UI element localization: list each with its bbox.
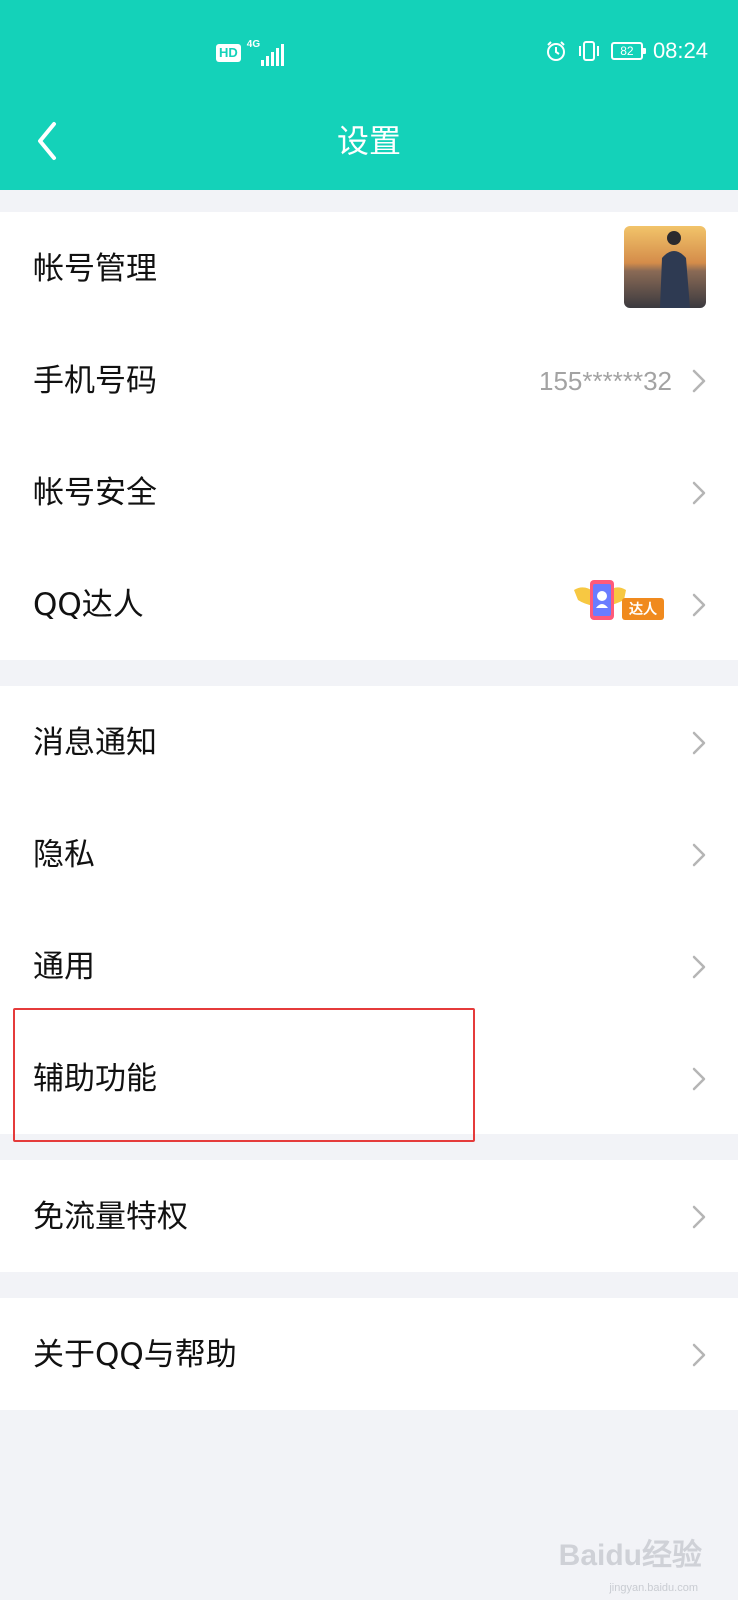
alarm-icon <box>546 41 565 61</box>
battery-icon: 82 <box>610 42 646 60</box>
highlight-box <box>13 1008 475 1142</box>
row-label: 关于QQ与帮助 <box>33 1337 237 1373</box>
chevron-right-icon <box>692 843 706 867</box>
row-qq-daren[interactable]: QQ达人 达人 <box>0 548 738 662</box>
status-right: 82 08:24 <box>545 38 708 64</box>
row-label: 通用 <box>33 949 95 985</box>
status-bar: HD 4G 82 08:24 <box>0 0 738 100</box>
daren-badge-text: 达人 <box>629 601 658 618</box>
watermark-logo: Baidu经验 <box>559 1530 702 1574</box>
row-phone-number[interactable]: 手机号码 155******32 <box>0 324 738 438</box>
battery-level: 82 <box>620 44 634 58</box>
phone-number-value: 155******32 <box>538 366 672 396</box>
chevron-right-icon <box>692 481 706 505</box>
nav-bar: 设置 <box>0 100 738 190</box>
row-about-help[interactable]: 关于QQ与帮助 <box>0 1298 738 1412</box>
chevron-right-icon <box>692 593 706 617</box>
header: HD 4G 82 08:24 设置 <box>0 0 738 190</box>
chevron-right-icon <box>692 1205 706 1229</box>
settings-group-account: 帐号管理 手机号码 155******32 帐号安全 QQ达人 达人 <box>0 212 738 660</box>
row-label: QQ达人 <box>33 587 144 623</box>
chevron-right-icon <box>692 1343 706 1367</box>
row-account-management[interactable]: 帐号管理 <box>0 212 738 326</box>
daren-badge-icon: 达人 <box>574 580 664 620</box>
vibrate-icon <box>578 41 599 61</box>
row-label: 帐号安全 <box>33 475 157 511</box>
settings-group-data: 免流量特权 <box>0 1160 738 1272</box>
chevron-right-icon <box>692 955 706 979</box>
status-time: 08:24 <box>652 38 708 63</box>
hd-icon: HD <box>216 44 241 62</box>
row-general[interactable]: 通用 <box>0 910 738 1024</box>
watermark-text: Baidu经验 <box>558 1539 702 1572</box>
status-left: HD 4G <box>216 39 284 66</box>
row-label: 消息通知 <box>33 725 157 761</box>
row-label: 免流量特权 <box>33 1199 188 1235</box>
row-data-free-privilege[interactable]: 免流量特权 <box>0 1160 738 1274</box>
settings-group-about: 关于QQ与帮助 <box>0 1298 738 1410</box>
row-notifications[interactable]: 消息通知 <box>0 686 738 800</box>
row-label: 帐号管理 <box>33 251 157 287</box>
network-type-label: 4G <box>246 39 261 50</box>
row-privacy[interactable]: 隐私 <box>0 798 738 912</box>
page-title: 设置 <box>336 122 401 160</box>
signal-icon: 4G <box>246 39 284 66</box>
row-label: 隐私 <box>33 837 95 873</box>
watermark-url: jingyan.baidu.com <box>609 1582 698 1594</box>
avatar <box>624 226 706 308</box>
chevron-right-icon <box>692 369 706 393</box>
row-label: 手机号码 <box>33 363 157 399</box>
chevron-right-icon <box>692 1067 706 1091</box>
row-account-security[interactable]: 帐号安全 <box>0 436 738 550</box>
chevron-right-icon <box>692 731 706 755</box>
